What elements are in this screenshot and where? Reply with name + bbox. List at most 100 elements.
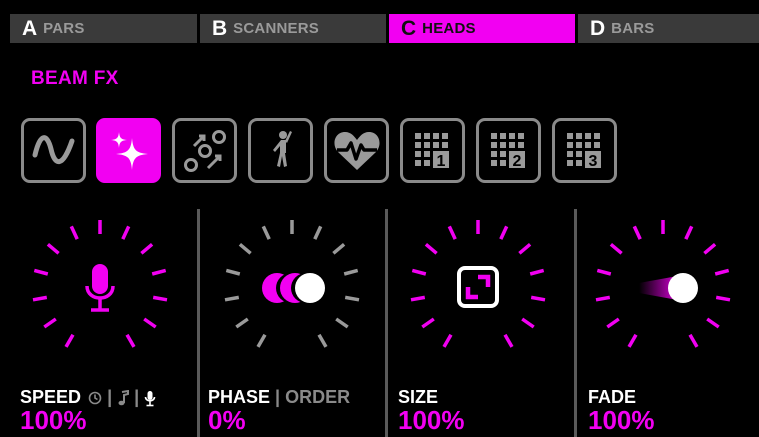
- expand-icon: [457, 266, 499, 308]
- tab-bars[interactable]: D BARS: [578, 14, 759, 43]
- dial-tick: [261, 225, 271, 240]
- dial-tick: [411, 268, 427, 276]
- tab-letter: B: [212, 17, 228, 40]
- fade-value: 100%: [588, 405, 655, 435]
- clock-icon[interactable]: [88, 391, 102, 405]
- dial-tick: [688, 333, 699, 348]
- size-dial-ticks: [410, 220, 546, 348]
- microphone-icon[interactable]: [144, 390, 156, 407]
- sparkle-icon: [110, 131, 148, 170]
- phase-separator: |: [275, 387, 281, 407]
- dial-tick: [424, 242, 438, 255]
- dial-tick: [121, 225, 131, 240]
- dial-tick: [152, 295, 168, 302]
- effect-heartbeat-button[interactable]: [324, 118, 389, 183]
- sine-wave-icon: [32, 134, 74, 164]
- dial-tick: [33, 268, 49, 276]
- effect-sparkle-button[interactable]: [96, 118, 161, 183]
- dial-tick: [332, 242, 346, 255]
- dial-tick: [706, 317, 720, 329]
- dial-tick: [238, 242, 252, 255]
- dial-tick: [151, 268, 167, 276]
- tab-scanners[interactable]: B SCANNERS: [200, 14, 389, 43]
- dial-tick: [125, 333, 136, 348]
- heartbeat-icon: [333, 131, 380, 170]
- dial-tick: [46, 242, 60, 255]
- dial-tick: [421, 317, 435, 329]
- dial-tick: [344, 295, 360, 302]
- dial-tick: [715, 295, 731, 302]
- dial-tick: [703, 242, 717, 255]
- tab-letter: A: [22, 17, 38, 40]
- tab-letter: D: [590, 17, 606, 40]
- dial-tick: [714, 268, 730, 276]
- grid-number: 1: [436, 153, 445, 170]
- speed-mode-separator: |: [134, 387, 140, 407]
- dial-tick: [609, 242, 623, 255]
- dial-tick: [140, 242, 154, 255]
- dial-tick: [143, 317, 157, 329]
- phase-value: 0%: [208, 405, 246, 435]
- dial-tick: [256, 333, 267, 348]
- dial-tick: [224, 295, 240, 302]
- dial-tick: [343, 268, 359, 276]
- grid-1-icon: 1: [414, 132, 449, 170]
- tab-letter: C: [401, 17, 417, 40]
- effect-grid-3-button[interactable]: 3: [552, 118, 617, 183]
- dial-tick: [606, 317, 620, 329]
- speed-mode-separator: |: [107, 387, 113, 407]
- dial-tick: [529, 268, 545, 276]
- dial-tick: [235, 317, 249, 329]
- dial-tick: [447, 225, 457, 240]
- effect-grid-1-button[interactable]: 1: [400, 118, 465, 183]
- tab-label: SCANNERS: [233, 20, 319, 37]
- dial-tick: [627, 333, 638, 348]
- section-title: BEAM FX: [31, 68, 119, 89]
- music-note-icon[interactable]: [117, 390, 130, 406]
- dial-tick: [596, 268, 612, 276]
- dial-tick: [684, 225, 694, 240]
- chase-dots-icon: [183, 129, 226, 172]
- effect-sine-button[interactable]: [21, 118, 86, 183]
- grid-2-icon: 2: [490, 132, 525, 170]
- dial-tick: [313, 225, 323, 240]
- dial-tick: [225, 268, 241, 276]
- phase-circles-icon: [262, 273, 325, 303]
- dial-tick: [64, 333, 75, 348]
- grid-number: 3: [588, 153, 597, 170]
- tab-label: HEADS: [422, 20, 476, 37]
- order-mode-toggle[interactable]: ORDER: [285, 387, 350, 407]
- dial-tick: [521, 317, 535, 329]
- dial-tick: [410, 295, 426, 302]
- dial-tick: [595, 295, 611, 302]
- dial-tick: [442, 333, 453, 348]
- dial-tick: [503, 333, 514, 348]
- effect-grid-2-button[interactable]: 2: [476, 118, 541, 183]
- microphone-icon: [85, 264, 115, 312]
- dial-tick: [499, 225, 509, 240]
- dial-tick: [335, 317, 349, 329]
- tab-label: PARS: [43, 20, 85, 37]
- fade-dial-ticks: [595, 220, 731, 348]
- dial-tick: [69, 225, 79, 240]
- fade-dot-icon: [639, 273, 698, 303]
- dial-tick: [530, 295, 546, 302]
- effect-dance-button[interactable]: [248, 118, 313, 183]
- size-value: 100%: [398, 405, 465, 435]
- dial-tick: [518, 242, 532, 255]
- grid-3-icon: 3: [566, 132, 601, 170]
- speed-dial-ticks: [32, 220, 168, 348]
- dial-tick: [317, 333, 328, 348]
- grid-number: 2: [512, 153, 521, 170]
- dial-tick: [43, 317, 57, 329]
- effect-chase-button[interactable]: [172, 118, 237, 183]
- dial-tick: [632, 225, 642, 240]
- phase-dial-ticks: [224, 220, 360, 348]
- fixture-tabs: A PARS B SCANNERS C HEADS D BARS: [0, 0, 759, 43]
- tab-heads[interactable]: C HEADS: [389, 14, 578, 43]
- speed-value: 100%: [20, 405, 87, 435]
- tab-label: BARS: [611, 20, 655, 37]
- dial-tick: [32, 295, 48, 302]
- tab-pars[interactable]: A PARS: [10, 14, 200, 43]
- dancer-icon: [272, 130, 292, 167]
